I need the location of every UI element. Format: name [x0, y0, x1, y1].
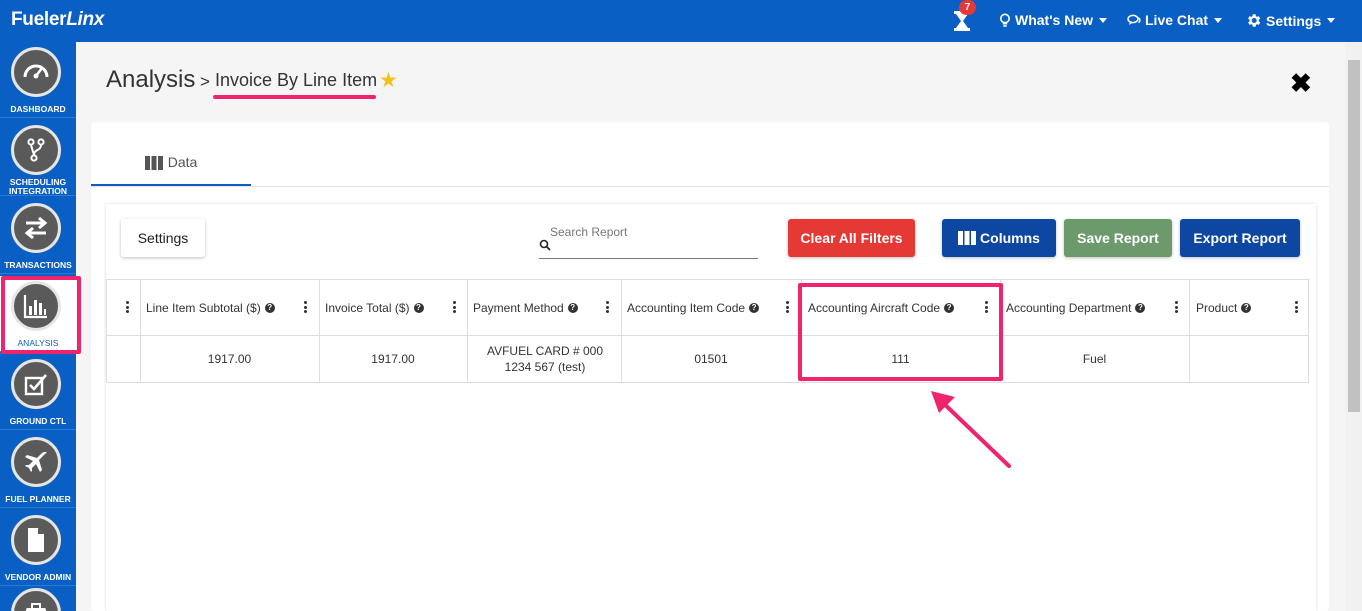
gear-icon [1248, 14, 1261, 27]
column-header-invoice-total[interactable]: Invoice Total ($)? [325, 301, 424, 315]
column-menu-icon[interactable] [1174, 301, 1178, 313]
swap-arrows-icon [11, 203, 61, 253]
sidebar-item-fuel-planner[interactable]: FUEL PLANNER [0, 432, 76, 508]
speedometer-icon [11, 47, 61, 97]
lightbulb-icon [1000, 13, 1010, 27]
notification-badge: 7 [959, 0, 976, 15]
column-header-label: Line Item Subtotal ($) [146, 301, 261, 315]
search-icon [539, 239, 551, 251]
cell-payment-method: AVFUEL CARD # 000 1234 567 (test) [486, 344, 604, 374]
column-header-payment-method[interactable]: Payment Method? [473, 301, 578, 315]
live-chat-menu[interactable]: Live Chat [1127, 12, 1223, 28]
tab-data[interactable]: Data [91, 150, 251, 186]
column-header-label: Product [1196, 301, 1238, 315]
cell-accounting-department: Fuel [1082, 352, 1107, 366]
favorite-star-icon[interactable]: ★ [379, 68, 398, 93]
column-divider [467, 280, 468, 382]
help-icon[interactable]: ? [264, 303, 275, 313]
settings-button[interactable]: Settings [121, 219, 205, 257]
sidebar-item-label: DASHBOARD [10, 104, 66, 114]
scrollbar-thumb[interactable] [1348, 60, 1360, 412]
column-menu-icon[interactable] [303, 301, 307, 313]
columns-icon [144, 156, 163, 170]
sidebar-item-scheduling-integration[interactable]: SCHEDULING INTEGRATION [0, 120, 76, 196]
report-table: Line Item Subtotal ($)? Invoice Total ($… [106, 279, 1309, 383]
cell-product [1189, 336, 1308, 382]
columns-icon [958, 231, 977, 245]
help-icon[interactable]: ? [1241, 303, 1252, 313]
column-header-line-item-subtotal[interactable]: Line Item Subtotal ($)? [146, 301, 275, 315]
title-underline-annotation [213, 95, 376, 99]
export-report-button[interactable]: Export Report [1180, 219, 1300, 257]
clear-all-filters-button[interactable]: Clear All Filters [788, 219, 915, 257]
columns-label: Columns [980, 230, 1040, 246]
settings-label: Settings [1266, 12, 1322, 29]
column-menu-icon[interactable] [1294, 301, 1298, 313]
save-report-button[interactable]: Save Report [1064, 219, 1172, 257]
top-navbar: FuelerLinx 7 What's New Live Chat Settin… [0, 0, 1362, 42]
whats-new-label: What's New [1015, 12, 1094, 28]
sidebar-item-dashboard[interactable]: DASHBOARD [0, 42, 76, 118]
column-header-accounting-item-code[interactable]: Accounting Item Code? [627, 301, 760, 315]
help-icon[interactable]: ? [1135, 303, 1146, 313]
column-header-accounting-department[interactable]: Accounting Department? [1006, 301, 1146, 315]
column-header-product[interactable]: Product? [1196, 301, 1252, 315]
report-panel [106, 204, 1316, 611]
aircraft-code-highlight-annotation [798, 283, 1003, 381]
checkbox-pen-icon [11, 359, 61, 409]
breadcrumb-separator: > [200, 72, 210, 91]
brand-name-part2: Linx [66, 9, 105, 30]
column-menu-icon[interactable] [452, 301, 456, 313]
airplane-icon [11, 437, 61, 487]
sidebar-item-label: FUEL PLANNER [5, 494, 71, 504]
sidebar-highlight-annotation [1, 276, 81, 354]
sidebar-item-label: GROUND CTL [9, 416, 67, 426]
column-menu-icon[interactable] [125, 301, 129, 313]
settings-menu[interactable]: Settings [1245, 12, 1336, 29]
chevron-down-icon [1099, 17, 1108, 23]
cell-invoice-total: 1917.00 [371, 352, 415, 366]
column-header-label: Invoice Total ($) [325, 301, 410, 315]
annotation-arrow-icon [931, 391, 1011, 468]
sidebar-item-ground-ctl[interactable]: GROUND CTL [0, 354, 76, 430]
live-chat-label: Live Chat [1145, 12, 1209, 28]
sidebar-item-label: VENDOR ADMIN [4, 572, 72, 582]
brand-name-part1: Fueler [11, 9, 67, 30]
chat-icon [1127, 14, 1141, 25]
breadcrumb-root[interactable]: Analysis [106, 66, 195, 94]
help-icon[interactable]: ? [567, 303, 578, 313]
document-icon [11, 515, 61, 565]
column-header-label: Accounting Department [1006, 301, 1132, 315]
sidebar-item-vendor-admin[interactable]: VENDOR ADMIN [0, 510, 76, 586]
help-icon[interactable]: ? [413, 303, 424, 313]
whats-new-menu[interactable]: What's New [999, 12, 1108, 28]
column-menu-icon[interactable] [605, 301, 609, 313]
chevron-down-icon [1327, 18, 1336, 23]
help-icon[interactable]: ? [749, 303, 760, 313]
chevron-down-icon [1214, 17, 1223, 23]
search-placeholder: Search Report [550, 225, 628, 239]
cell-accounting-item-code: 01501 [694, 352, 728, 366]
tab-divider [91, 186, 1329, 187]
column-menu-icon[interactable] [785, 301, 789, 313]
cell-line-item-subtotal: 1917.00 [207, 352, 252, 366]
search-input[interactable]: Search Report [539, 224, 758, 259]
sidebar-item-label: SCHEDULING INTEGRATION [9, 177, 67, 196]
brand-logo[interactable]: FuelerLinx [11, 9, 104, 31]
sidebar-item-label: TRANSACTIONS [4, 260, 72, 270]
branch-icon [11, 125, 61, 175]
columns-button[interactable]: Columns [942, 219, 1056, 257]
column-header-label: Accounting Item Code [627, 301, 746, 315]
sidebar-item-transactions[interactable]: TRANSACTIONS [0, 198, 76, 274]
column-header-label: Payment Method [473, 301, 564, 315]
briefcase-icon[interactable] [11, 588, 61, 611]
page-title: Invoice By Line Item [215, 70, 378, 90]
close-icon[interactable]: ✖ [1290, 70, 1312, 96]
tab-label: Data [167, 154, 198, 170]
